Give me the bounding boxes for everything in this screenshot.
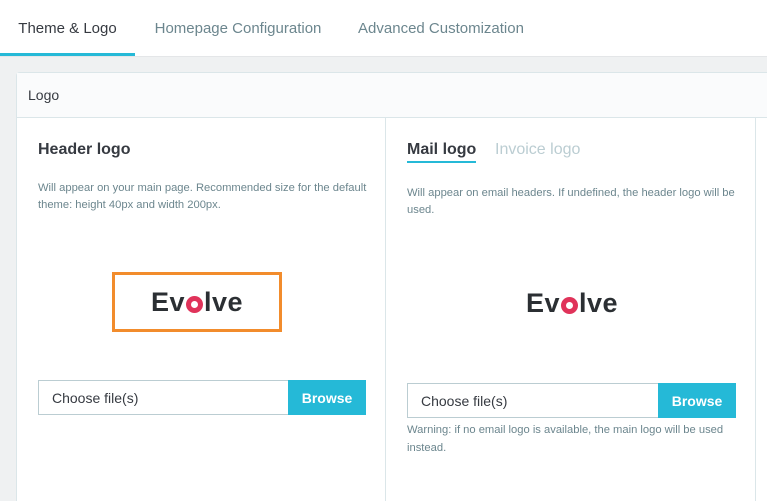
column-divider xyxy=(385,118,386,501)
card-header: Logo xyxy=(17,73,767,118)
header-logo-file-input[interactable]: Choose file(s) xyxy=(38,380,289,415)
logo-text-end: lve xyxy=(578,287,619,318)
mail-logo-help: Will appear on email headers. If undefin… xyxy=(407,187,735,216)
logo-text-end: lve xyxy=(203,286,244,317)
tab-homepage-configuration[interactable]: Homepage Configuration xyxy=(143,0,333,56)
mail-logo-image: Ev lve xyxy=(487,275,657,331)
tab-theme-logo[interactable]: Theme & Logo xyxy=(0,0,135,56)
header-logo-image: Ev lve xyxy=(112,272,282,332)
logo-text-start: Ev xyxy=(150,286,185,317)
logo-card: Logo Header logo Will appear on your mai… xyxy=(16,72,767,501)
card-title: Logo xyxy=(28,87,60,103)
header-logo-title: Header logo xyxy=(38,141,131,158)
mail-logo-warning: Warning: if no email logo is available, … xyxy=(407,424,724,454)
subtab-invoice-logo[interactable]: Invoice logo xyxy=(495,141,580,159)
logo-text-start: Ev xyxy=(525,287,560,318)
file-input-placeholder: Choose file(s) xyxy=(421,392,508,409)
header-logo-help: Will appear on your main page. Recommend… xyxy=(38,182,367,211)
subtab-mail-logo[interactable]: Mail logo xyxy=(407,141,477,163)
header-logo-browse-button[interactable]: Browse xyxy=(288,380,366,415)
tab-advanced-customization[interactable]: Advanced Customization xyxy=(347,0,535,56)
column-divider xyxy=(755,118,756,501)
mail-logo-file-input[interactable]: Choose file(s) xyxy=(407,383,659,418)
file-input-placeholder: Choose file(s) xyxy=(52,389,139,406)
tab-bar: Theme & Logo Homepage Configuration Adva… xyxy=(0,0,767,57)
logo-dot-icon xyxy=(560,296,578,314)
logo-dot-icon xyxy=(185,295,203,313)
mail-logo-browse-button[interactable]: Browse xyxy=(658,383,736,418)
